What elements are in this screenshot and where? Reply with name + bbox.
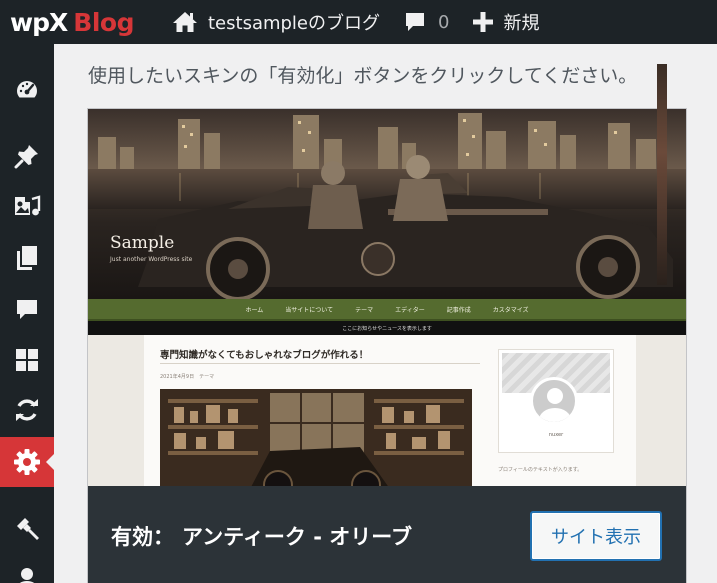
avatar xyxy=(530,377,578,425)
preview-nav-item: エディター xyxy=(395,306,425,314)
home-icon xyxy=(173,12,197,32)
site-name-link[interactable]: testsampleのブログ xyxy=(160,0,392,44)
brush-icon xyxy=(17,518,39,540)
theme-card-active[interactable]: Sample Just another WordPress site ホーム 当… xyxy=(87,108,687,583)
pages-icon xyxy=(17,246,37,270)
preview-nav-bar: ホーム 当サイトについて テーマ エディター 記事作成 カスタマイズ xyxy=(88,299,686,321)
preview-site-title: Sample xyxy=(110,233,175,253)
preview-profile-text: プロフィールのテキストが入ります。 xyxy=(498,467,583,473)
preview-body: 専門知識がなくてもおしゃれなブログが作れる！ 2021年4月9日 テーマ nux… xyxy=(144,335,636,487)
workshop-illustration xyxy=(160,389,472,487)
preview-nav-item: カスタマイズ xyxy=(492,306,529,314)
menu-item-dashboard[interactable] xyxy=(0,65,54,115)
preview-nav-item: 当サイトについて xyxy=(285,306,334,314)
menu-item-posts[interactable] xyxy=(0,131,54,181)
preview-header-image: Sample Just another WordPress site xyxy=(88,109,686,299)
comments-count: 0 xyxy=(438,11,450,33)
preview-post-photo xyxy=(160,389,472,487)
preview-profile-widget: nuxer xyxy=(498,349,614,453)
logo-blog-text: Blog xyxy=(73,7,134,37)
admin-bar: wpX Blog testsampleのブログ 0 新規 xyxy=(0,0,717,44)
menu-item-customize[interactable] xyxy=(0,503,54,553)
preview-nav-item: ホーム xyxy=(245,306,264,314)
menu-item-updates[interactable] xyxy=(0,385,54,435)
menu-item-media[interactable] xyxy=(0,181,54,231)
dashboard-icon xyxy=(17,81,37,98)
menu-item-pages[interactable] xyxy=(0,233,54,283)
preview-notice-bar: ここにお知らせやニュースを表示します xyxy=(88,321,686,335)
active-theme-label: 有効： アンティーク - オリーブ xyxy=(111,521,412,551)
theme-card-footer: 有効： アンティーク - オリーブ サイト表示 xyxy=(88,486,686,583)
next-theme-card-edge[interactable] xyxy=(657,64,667,285)
comments-icon xyxy=(17,300,37,319)
preview-post-title: 専門知識がなくてもおしゃれなブログが作れる！ xyxy=(160,350,369,361)
view-site-button[interactable]: サイト表示 xyxy=(530,511,662,561)
preview-post-meta: 2021年4月9日 テーマ xyxy=(160,374,215,380)
pin-icon xyxy=(14,145,38,169)
instruction-text: 使用したいスキンの「有効化」ボタンをクリックしてください。 xyxy=(88,65,638,87)
menu-item-comments[interactable] xyxy=(0,285,54,335)
admin-menu xyxy=(0,44,54,583)
new-content-link[interactable]: 新規 xyxy=(461,0,551,44)
menu-item-users[interactable] xyxy=(0,553,54,583)
active-theme-name: アンティーク - オリーブ xyxy=(182,525,412,549)
gear-icon xyxy=(14,449,40,475)
active-status-prefix: 有効： xyxy=(111,525,174,549)
night-city-car-illustration xyxy=(88,109,686,299)
refresh-icon xyxy=(16,399,38,421)
new-label: 新規 xyxy=(503,13,540,34)
preview-title-underline xyxy=(160,363,480,364)
wpx-blog-logo[interactable]: wpX Blog xyxy=(0,0,160,44)
comment-bubble-icon xyxy=(406,13,425,31)
theme-screenshot[interactable]: Sample Just another WordPress site ホーム 当… xyxy=(88,109,686,487)
preview-author-name: nuxer xyxy=(548,432,564,438)
user-icon xyxy=(19,568,35,583)
main-content: 使用したいスキンの「有効化」ボタンをクリックしてください。 Sample Jus… xyxy=(54,44,717,583)
logo-wpx-text: wpX xyxy=(10,7,68,37)
preview-notice: ここにお知らせやニュースを表示します xyxy=(342,325,432,332)
comments-link[interactable]: 0 xyxy=(392,0,461,44)
blocks-icon xyxy=(16,349,38,371)
media-icon xyxy=(15,195,41,216)
site-name: testsampleのブログ xyxy=(208,13,381,34)
plus-icon xyxy=(473,12,494,32)
menu-item-settings[interactable] xyxy=(0,437,54,487)
menu-item-appearance[interactable] xyxy=(0,335,54,385)
preview-nav-item: 記事作成 xyxy=(446,306,471,314)
preview-tagline: Just another WordPress site xyxy=(110,256,193,263)
preview-nav-item: テーマ xyxy=(355,306,374,314)
